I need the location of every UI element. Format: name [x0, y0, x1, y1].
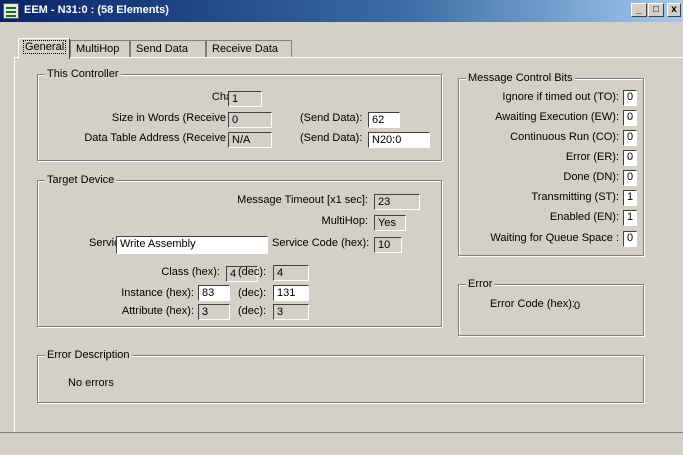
- service-code-label: Service Code (hex):: [272, 237, 370, 249]
- message-control-bits-legend: Message Control Bits: [466, 72, 575, 84]
- maximize-button[interactable]: □: [648, 3, 664, 17]
- multihop-field: Yes: [374, 215, 406, 231]
- control-bit-label: Done (DN):: [563, 171, 619, 183]
- error-description-text: No errors: [68, 377, 114, 389]
- control-bit-label: Error (ER):: [565, 151, 619, 163]
- instance-dec-field[interactable]: 131: [273, 285, 309, 301]
- service-code-field: 10: [374, 237, 402, 253]
- control-bit-value: 1: [623, 190, 637, 206]
- instance-hex-label: Instance (hex):: [121, 287, 194, 299]
- attribute-dec-label: (dec):: [238, 305, 267, 317]
- control-bit-value: 0: [623, 130, 637, 146]
- window-title: EEM - N31:0 : (58 Elements): [24, 4, 169, 16]
- class-hex-label: Class (hex):: [161, 266, 220, 278]
- class-dec-field: 4: [273, 265, 309, 281]
- tab-general[interactable]: General: [18, 38, 70, 59]
- error-legend: Error: [466, 278, 495, 290]
- minimize-button[interactable]: _: [631, 3, 647, 17]
- control-bit-value: 0: [623, 150, 637, 166]
- size-receive-field: 0: [228, 112, 272, 128]
- channel-field: 1: [228, 91, 262, 107]
- control-bit-label: Waiting for Queue Space :: [490, 232, 619, 244]
- this-controller-legend: This Controller: [45, 68, 121, 80]
- message-timeout-field: 23: [374, 194, 420, 210]
- size-send-field[interactable]: 62: [368, 112, 400, 128]
- message-control-bits-group: Message Control Bits Ignore if timed out…: [458, 72, 644, 256]
- address-send-field[interactable]: N20:0: [368, 132, 430, 148]
- control-bit-value: 0: [623, 231, 637, 247]
- error-code-value: 0: [574, 300, 581, 312]
- error-description-legend: Error Description: [45, 349, 132, 361]
- size-send-label: (Send Data):: [300, 112, 363, 124]
- control-bit-label: Continuous Run (CO):: [510, 131, 619, 143]
- control-bit-value: 1: [623, 210, 637, 226]
- instance-dec-label: (dec):: [238, 287, 267, 299]
- instance-hex-field[interactable]: 83: [198, 285, 230, 301]
- tab-multihop[interactable]: MultiHop: [70, 40, 130, 58]
- error-group: Error Error Code (hex): 0: [458, 278, 644, 336]
- control-bit-value: 0: [623, 110, 637, 126]
- attribute-hex-field: 3: [198, 304, 230, 320]
- control-bit-value: 0: [623, 170, 637, 186]
- control-bit-label: Transmitting (ST):: [531, 191, 619, 203]
- data-table-address-receive-field: N/A: [228, 132, 272, 148]
- address-send-label: (Send Data):: [300, 132, 363, 144]
- window-bottom-edge: [0, 432, 683, 455]
- control-bit-value: 0: [623, 90, 637, 106]
- app-icon[interactable]: [3, 3, 19, 19]
- tab-receive-data[interactable]: Receive Data: [206, 40, 292, 58]
- service-select[interactable]: Write Assembly: [116, 236, 268, 254]
- target-device-legend: Target Device: [45, 174, 117, 186]
- close-button[interactable]: x: [667, 3, 681, 17]
- class-dec-label: (dec):: [238, 266, 267, 278]
- control-bit-label: Awaiting Execution (EW):: [495, 111, 619, 123]
- title-bar: EEM - N31:0 : (58 Elements) _ □ x: [0, 0, 683, 22]
- tab-send-data[interactable]: Send Data: [130, 40, 206, 58]
- error-code-label: Error Code (hex):: [490, 298, 575, 310]
- attribute-hex-label: Attribute (hex):: [121, 305, 194, 317]
- multihop-label: MultiHop:: [321, 215, 368, 227]
- error-description-group: Error Description No errors: [37, 349, 644, 403]
- this-controller-group: This Controller Channel : 1 Size in Word…: [37, 68, 442, 161]
- control-bit-label: Ignore if timed out (TO):: [502, 91, 619, 103]
- attribute-dec-field: 3: [273, 304, 309, 320]
- control-bit-label: Enabled (EN):: [549, 211, 619, 223]
- message-timeout-label: Message Timeout [x1 sec]:: [237, 194, 368, 206]
